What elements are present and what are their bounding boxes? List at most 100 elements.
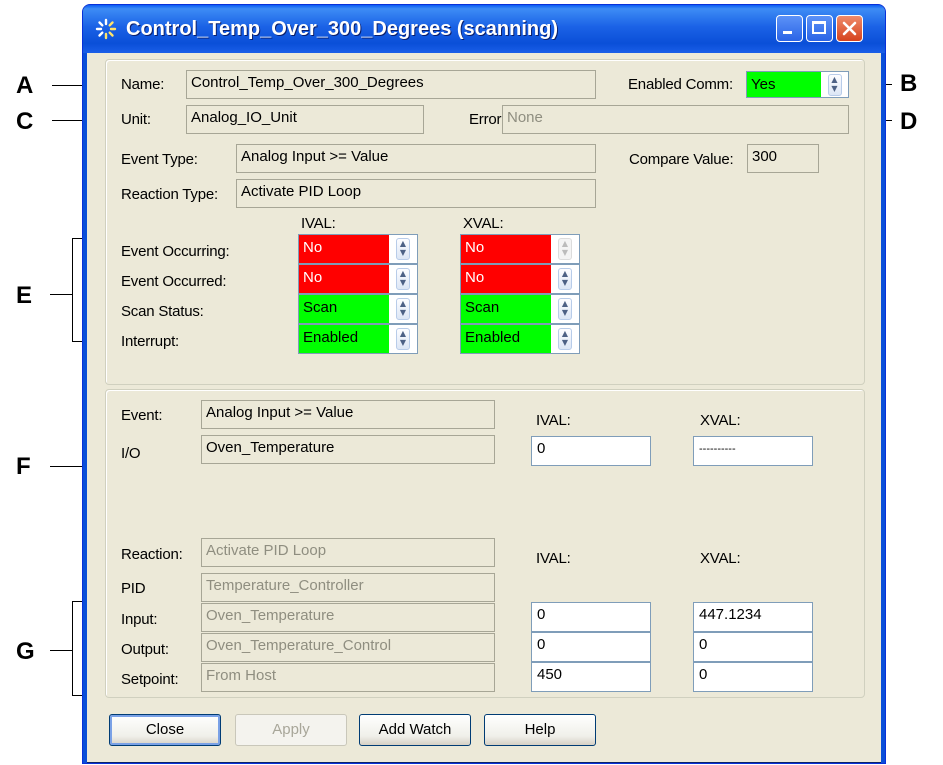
output-xval-field[interactable]: 0 <box>693 632 813 662</box>
io-ival-field[interactable]: 0 <box>531 436 651 466</box>
close-window-button[interactable] <box>836 15 863 42</box>
spin-arrows-icon: ▲ ▼ <box>827 73 842 96</box>
setpoint-label: Setpoint: <box>121 671 179 688</box>
error-label: Error: <box>469 111 506 128</box>
enabled-comm-spinner[interactable]: Yes ▲ ▼ <box>746 71 849 98</box>
annotation-e: E <box>16 282 33 309</box>
spin-arrows-icon: ▲ ▼ <box>396 298 410 320</box>
compare-value-label: Compare Value: <box>629 151 734 168</box>
help-button[interactable]: Help <box>484 714 596 746</box>
event-xval-header: XVAL: <box>700 412 741 429</box>
spin-arrows-icon: ▲ ▼ <box>558 238 572 260</box>
annotation-f: F <box>16 453 31 480</box>
annotation-c: C <box>16 108 34 135</box>
name-field: Control_Temp_Over_300_Degrees <box>186 70 596 99</box>
spin-arrows-icon: ▲ ▼ <box>396 268 410 290</box>
status-value: Scan <box>299 295 389 323</box>
event-occurred-label: Event Occurred: <box>121 273 227 290</box>
compare-value-field: 300 <box>747 144 819 173</box>
annotation-g: G <box>16 638 35 665</box>
event-occurring-label: Event Occurring: <box>121 243 230 260</box>
annotation-b: B <box>900 70 918 97</box>
title-bar[interactable]: Control_Temp_Over_300_Degrees (scanning) <box>83 5 885 53</box>
status-value: No <box>461 265 551 293</box>
input-field: Oven_Temperature <box>201 603 495 632</box>
status-spin[interactable]: ▲ ▼ <box>551 265 579 293</box>
minimize-button[interactable] <box>776 15 803 42</box>
setpoint-xval-field[interactable]: 0 <box>693 662 813 692</box>
status-xval-header: XVAL: <box>463 215 504 232</box>
spinner-icon <box>95 18 117 40</box>
spin-arrows-icon: ▲ ▼ <box>558 298 572 320</box>
status-ival-header: IVAL: <box>301 215 336 232</box>
interrupt-ival[interactable]: Enabled ▲ ▼ <box>298 324 418 354</box>
event-field: Analog Input >= Value <box>201 400 495 429</box>
add-watch-button[interactable]: Add Watch <box>359 714 471 746</box>
status-spin[interactable]: ▲ ▼ <box>551 295 579 323</box>
dialog-window: Control_Temp_Over_300_Degrees (scanning)… <box>82 4 886 764</box>
annotation-g-line <box>50 650 72 651</box>
status-spin[interactable]: ▲ ▼ <box>389 295 417 323</box>
status-value: Enabled <box>299 325 389 353</box>
pid-field: Temperature_Controller <box>201 573 495 602</box>
maximize-icon <box>812 21 826 34</box>
annotation-e-line <box>50 294 72 295</box>
reaction-xval-header: XVAL: <box>700 550 741 567</box>
close-button[interactable]: Close <box>109 714 221 746</box>
spin-arrows-icon: ▲ ▼ <box>558 268 572 290</box>
event-occurred-xval[interactable]: No ▲ ▼ <box>460 264 580 294</box>
status-spin[interactable]: ▲ ▼ <box>389 265 417 293</box>
annotation-g-bracket <box>72 601 73 696</box>
scan-status-ival[interactable]: Scan ▲ ▼ <box>298 294 418 324</box>
enabled-comm-spin[interactable]: ▲ ▼ <box>821 72 848 97</box>
pid-label: PID <box>121 580 146 597</box>
status-value: No <box>461 235 551 263</box>
window-frame-right <box>881 53 885 763</box>
event-type-label: Event Type: <box>121 151 198 168</box>
scan-status-label: Scan Status: <box>121 303 204 320</box>
spin-arrows-icon: ▲ ▼ <box>396 238 410 260</box>
status-spin[interactable]: ▲ ▼ <box>389 235 417 263</box>
event-occurred-ival[interactable]: No ▲ ▼ <box>298 264 418 294</box>
annotation-d: D <box>900 108 918 135</box>
io-label: I/O <box>121 445 141 462</box>
setpoint-ival-field[interactable]: 450 <box>531 662 651 692</box>
event-type-field: Analog Input >= Value <box>236 144 596 173</box>
status-spin: ▲ ▼ <box>551 235 579 263</box>
error-field: None <box>502 105 849 134</box>
output-ival-field[interactable]: 0 <box>531 632 651 662</box>
setpoint-field: From Host <box>201 663 495 692</box>
output-label: Output: <box>121 641 169 658</box>
minimize-icon <box>783 31 792 34</box>
reaction-label: Reaction: <box>121 546 183 563</box>
maximize-button[interactable] <box>806 15 833 42</box>
status-spin[interactable]: ▲ ▼ <box>551 325 579 353</box>
annotation-e-bracket <box>72 238 73 342</box>
input-ival-field[interactable]: 0 <box>531 602 651 632</box>
reaction-type-label: Reaction Type: <box>121 186 218 203</box>
scan-status-xval[interactable]: Scan ▲ ▼ <box>460 294 580 324</box>
annotation-a: A <box>16 72 34 99</box>
status-value: No <box>299 235 389 263</box>
status-value: Enabled <box>461 325 551 353</box>
event-occurring-ival[interactable]: No ▲ ▼ <box>298 234 418 264</box>
close-icon <box>842 21 857 36</box>
input-xval-field[interactable]: 447.1234 <box>693 602 813 632</box>
enabled-comm-label: Enabled Comm: <box>628 76 733 93</box>
spin-arrows-icon: ▲ ▼ <box>558 328 572 350</box>
unit-field: Analog_IO_Unit <box>186 105 424 134</box>
reaction-type-field: Activate PID Loop <box>236 179 596 208</box>
output-field: Oven_Temperature_Control <box>201 633 495 662</box>
status-spin[interactable]: ▲ ▼ <box>389 325 417 353</box>
io-xval-field[interactable]: ---------- <box>693 436 813 466</box>
event-occurring-xval: No ▲ ▼ <box>460 234 580 264</box>
name-label: Name: <box>121 76 165 93</box>
event-label: Event: <box>121 407 163 424</box>
interrupt-xval[interactable]: Enabled ▲ ▼ <box>460 324 580 354</box>
input-label: Input: <box>121 611 158 628</box>
event-ival-header: IVAL: <box>536 412 571 429</box>
window-frame-left <box>83 53 87 763</box>
interrupt-label: Interrupt: <box>121 333 180 350</box>
io-field: Oven_Temperature <box>201 435 495 464</box>
apply-button[interactable]: Apply <box>235 714 347 746</box>
